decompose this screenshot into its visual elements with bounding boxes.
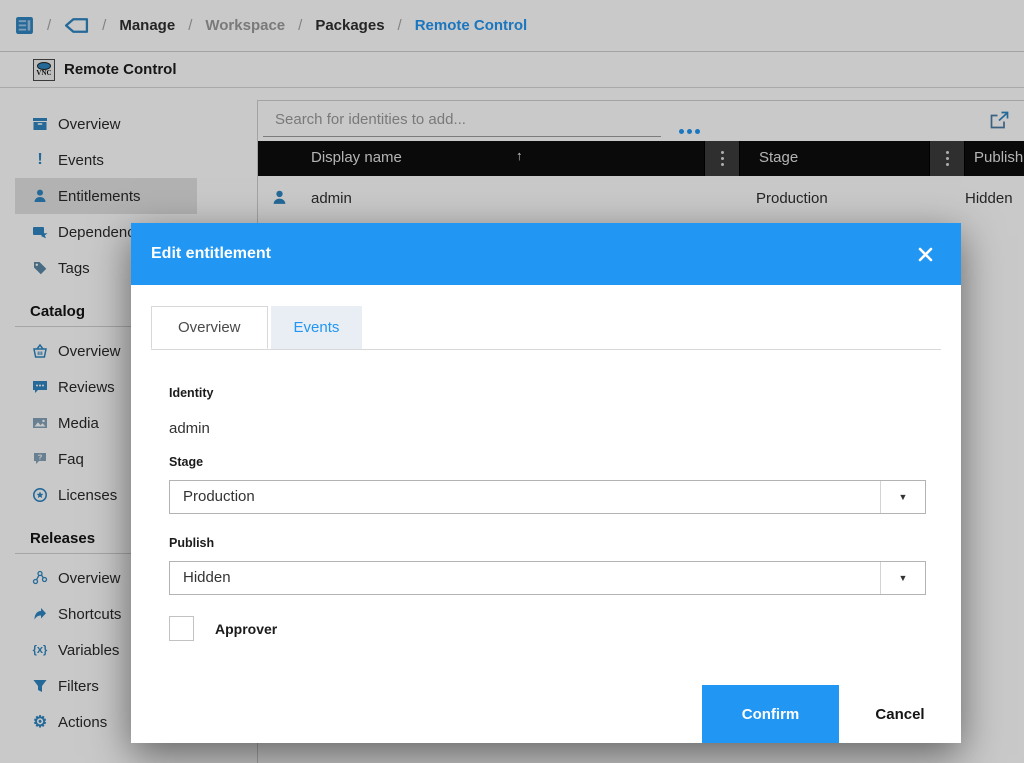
tab-events[interactable]: Events [271, 306, 363, 349]
stage-label: Stage [169, 455, 926, 469]
approver-row: Approver [169, 616, 926, 641]
edit-entitlement-modal: Edit entitlement Overview Events Identit… [131, 223, 961, 743]
publish-select-value: Hidden [183, 569, 231, 586]
stage-select[interactable]: Production ▼ [169, 480, 926, 514]
modal-title: Edit entitlement [151, 245, 914, 263]
close-icon-svg [918, 247, 933, 262]
close-icon[interactable] [914, 243, 937, 266]
confirm-button[interactable]: Confirm [702, 685, 839, 743]
modal-tabs: Overview Events [151, 306, 941, 350]
identity-value: admin [169, 420, 926, 437]
modal-body: Identity admin Stage Production ▼ Publis… [131, 386, 961, 641]
publish-label: Publish [169, 536, 926, 550]
publish-select[interactable]: Hidden ▼ [169, 561, 926, 595]
identity-label: Identity [169, 386, 926, 400]
modal-button-bar: Confirm Cancel [702, 685, 961, 743]
stage-select-value: Production [183, 488, 255, 505]
cancel-button[interactable]: Cancel [839, 685, 961, 743]
modal-header: Edit entitlement [131, 223, 961, 285]
approver-checkbox[interactable] [169, 616, 194, 641]
chevron-down-icon[interactable]: ▼ [880, 481, 925, 513]
approver-label: Approver [215, 621, 277, 637]
tab-overview[interactable]: Overview [151, 306, 268, 349]
chevron-down-icon[interactable]: ▼ [880, 562, 925, 594]
